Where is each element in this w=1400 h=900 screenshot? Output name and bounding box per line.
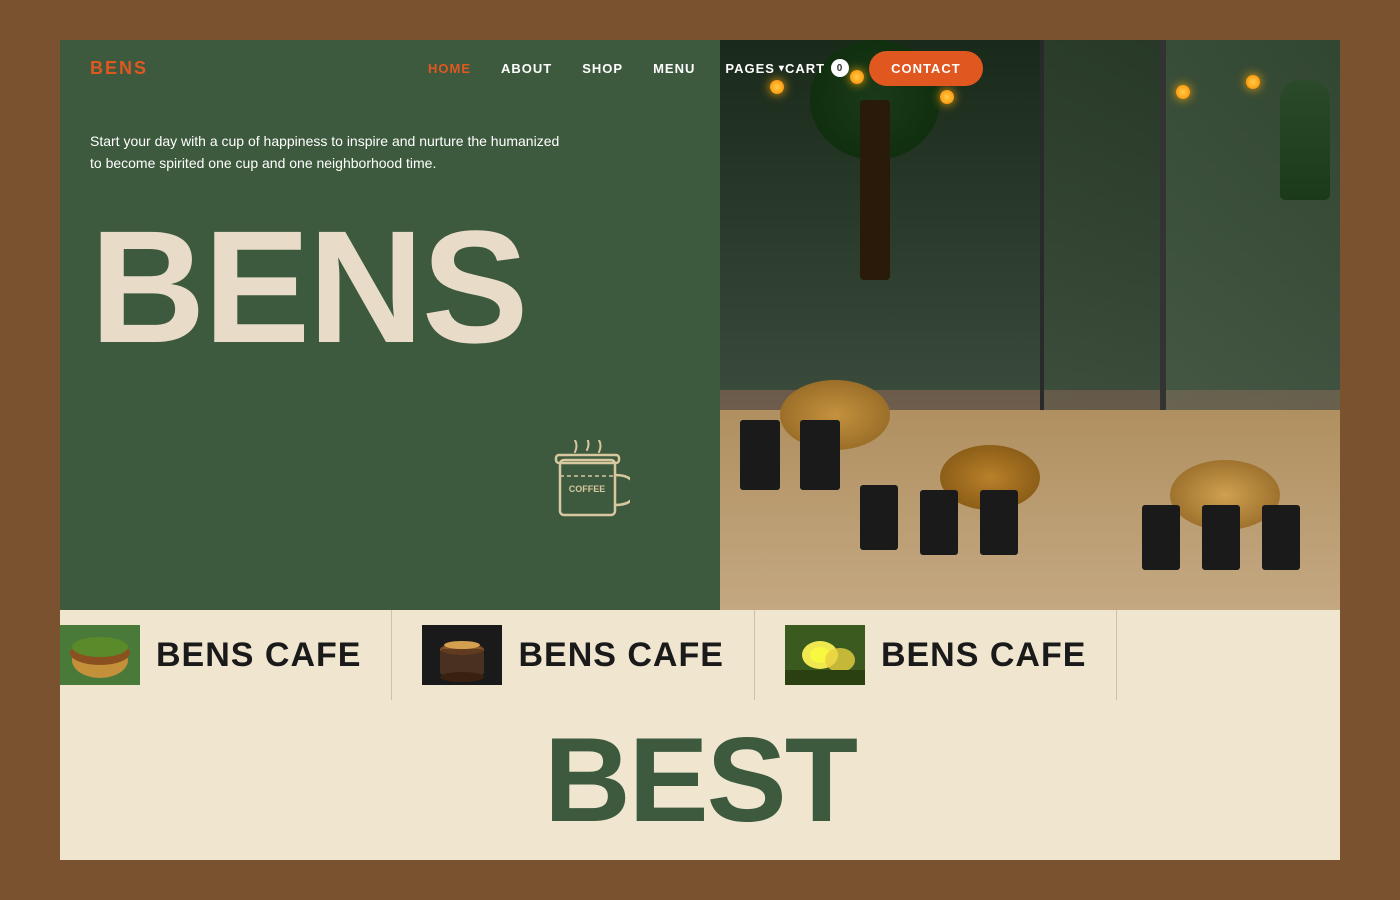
nav-link-menu[interactable]: MENU [653,61,695,76]
chair-3 [860,485,898,550]
coffee-cup-icon: COFFEE [550,440,630,530]
hero-section: BENS HOME ABOUT SHOP MENU PAGES ▾ CART 0 [60,40,1340,610]
light-1 [770,80,784,94]
light-4 [1246,75,1260,89]
ticker-divider-3 [1116,610,1117,700]
chair-6 [1262,505,1300,570]
site-logo[interactable]: BENS [90,58,148,79]
nav-link-pages-label: PAGES [725,61,775,76]
contact-button[interactable]: CONTACT [869,51,983,86]
cafe-photo [720,40,1340,610]
food-image-1 [60,625,140,685]
hero-left-panel: BENS HOME ABOUT SHOP MENU PAGES ▾ CART 0 [60,40,720,610]
ticker-strip: BENS CAFE BENS CAFE [60,610,1340,700]
light-3 [940,90,954,104]
chair-8 [1142,505,1180,570]
cart-label: CART [785,61,825,76]
svg-text:COFFEE: COFFEE [569,484,606,494]
cart-button[interactable]: CART 0 [785,59,849,77]
navbar: BENS HOME ABOUT SHOP MENU PAGES ▾ CART 0 [60,40,720,96]
glass-panel-left [1040,40,1160,420]
best-section: BEST [60,700,1340,860]
nav-pages-dropdown[interactable]: PAGES ▾ [725,61,785,76]
chair-7 [1202,505,1240,570]
hero-tagline: Start your day with a cup of happiness t… [90,130,570,175]
chair-1 [740,420,780,490]
nav-right: CART 0 CONTACT [785,51,983,86]
hero-title: BENS [90,215,690,359]
ticker-label-3: BENS CAFE [881,636,1086,675]
ticker-label-1: BENS CAFE [156,636,361,675]
plant [1280,80,1330,200]
main-frame: BENS HOME ABOUT SHOP MENU PAGES ▾ CART 0 [60,40,1340,860]
light-5 [1176,85,1190,99]
cart-count-badge: 0 [831,59,849,77]
nav-link-about[interactable]: ABOUT [501,61,552,76]
nav-link-shop[interactable]: SHOP [582,61,623,76]
food-image-3 [785,625,865,685]
best-title: BEST [544,720,856,840]
nav-link-home[interactable]: HOME [428,61,471,76]
hero-content: Start your day with a cup of happiness t… [90,130,690,359]
tree-trunk [860,100,890,280]
ticker-item-3: BENS CAFE [755,625,1116,685]
ticker-label-2: BENS CAFE [518,636,723,675]
hero-right-panel [720,40,1340,610]
chair-2 [800,420,840,490]
ticker-item-1: BENS CAFE [60,625,391,685]
chair-5 [980,490,1018,555]
ticker-track: BENS CAFE BENS CAFE [60,610,1117,700]
food-image-2 [422,625,502,685]
ticker-item-2: BENS CAFE [392,625,753,685]
chair-4 [920,490,958,555]
nav-links: HOME ABOUT SHOP MENU PAGES ▾ [428,61,785,76]
